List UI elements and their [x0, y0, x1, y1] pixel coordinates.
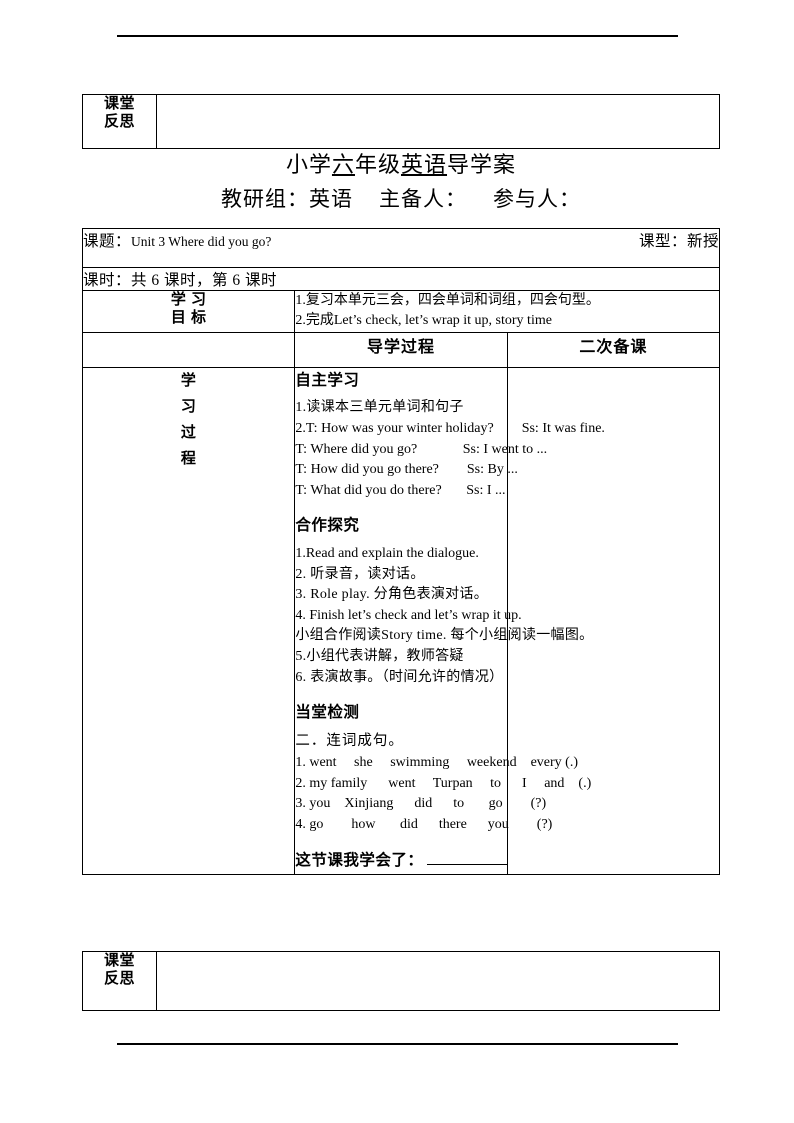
- page-title: 小学六年级英语导学案: [82, 150, 720, 180]
- cooperative-line: 小组合作阅读Story time. 每个小组阅读一幅图。: [295, 628, 594, 644]
- course-type-label: 课型：: [638, 233, 687, 250]
- process-header-spacer: [81, 331, 296, 368]
- reflection-bottom-label-line1: 课堂: [103, 952, 135, 969]
- lesson-plan-table: 课题：Unit 3 Where did you go? 课型：新授 课时：共 6…: [81, 228, 721, 876]
- title-grade: 六: [331, 152, 355, 177]
- cooperative-line: 5.小组代表讲解，教师答疑: [295, 648, 464, 664]
- self-study-line: 2.T: How was your winter holiday? Ss: It…: [295, 420, 605, 436]
- table-row: 课堂 反思: [82, 951, 720, 1011]
- reflection-top-label-line1: 课堂: [103, 95, 135, 112]
- objectives-label-line1: 学 习: [170, 291, 207, 308]
- group-label: 教研组：: [221, 186, 309, 211]
- footer-rule: [117, 1043, 678, 1045]
- course-type: 课型：新授: [639, 229, 719, 251]
- course-type-value: 新授: [686, 233, 719, 250]
- self-study-line: T: How did you go there? Ss: By ...: [295, 462, 518, 478]
- self-study-line: T: Where did you go? Ss: I went to ...: [295, 441, 548, 457]
- header-rule: [117, 35, 678, 37]
- course-topic: 课题：Unit 3 Where did you go?: [83, 229, 271, 251]
- learned-blank-field[interactable]: [427, 850, 507, 865]
- process-label-line3: 过: [180, 424, 197, 442]
- reflection-bottom-label-line2: 反思: [103, 970, 135, 988]
- group-value: 英语: [309, 186, 353, 211]
- process-body-content: 自主学习 1.读课本三单元单词和句子 2.T: How was your win…: [294, 366, 605, 876]
- course-topic-label: 课题：: [83, 233, 132, 250]
- section-heading-class-test: 当堂检测: [295, 704, 360, 722]
- reflection-bottom-table: 课堂 反思: [82, 951, 720, 1011]
- table-row-process-header: 导学过程 二次备课: [81, 331, 721, 368]
- course-period: 课时：共 6 课时，第 6 课时: [82, 267, 720, 291]
- learned-summary: 这节课我学会了：: [295, 850, 507, 873]
- reflection-top-content[interactable]: [156, 94, 720, 149]
- objectives-label: 学 习 目 标: [81, 290, 296, 333]
- page-subtitle: 教研组：英语 主备人： 参与人：: [82, 184, 720, 214]
- title-block: 小学六年级英语导学案 教研组：英语 主备人： 参与人：: [82, 150, 720, 214]
- table-row-period: 课时：共 6 课时，第 6 课时: [82, 267, 720, 291]
- exercise-item: 4. go how did there you (?): [295, 816, 553, 832]
- objectives-label-line2: 目 标: [170, 309, 207, 327]
- cooperative-line: 2. 听录音，读对话。: [295, 566, 425, 582]
- reflection-top-table: 课堂 反思: [82, 94, 720, 149]
- cooperative-line: 3. Role play. 分角色表演对话。: [295, 587, 489, 603]
- process-label: 学 习 过 程: [81, 366, 296, 876]
- reflection-top-label: 课堂 反思: [82, 94, 157, 149]
- process-label-line1: 学: [180, 371, 197, 389]
- exercise-item: 2. my family went Turpan to I and (.): [295, 775, 592, 791]
- objectives-content: 1.复习本单元三会，四会单词和词组，四会句型。 2.完成Let’s check,…: [294, 290, 720, 333]
- reflection-bottom-label: 课堂 反思: [82, 951, 157, 1011]
- self-study-line: 1.读课本三单元单词和句子: [295, 400, 464, 416]
- process-label-line2: 习: [180, 397, 197, 415]
- document-page: 课堂 反思 小学六年级英语导学案 教研组：英语 主备人： 参与人： 课题：Unit …: [0, 0, 794, 1123]
- reflection-bottom-content[interactable]: [156, 951, 720, 1011]
- section-heading-self-study: 自主学习: [295, 371, 360, 389]
- course-info-cell: 课题：Unit 3 Where did you go? 课型：新授: [82, 228, 720, 268]
- process-label-line4: 程: [180, 450, 197, 468]
- title-prefix: 小学: [285, 152, 332, 177]
- section-heading-cooperative-inquiry: 合作探究: [295, 517, 360, 535]
- table-row-objectives: 学 习 目 标 1.复习本单元三会，四会单词和词组，四会句型。 2.完成Let’…: [81, 290, 720, 333]
- table-row: 课堂 反思: [82, 94, 720, 149]
- title-suffix: 导学案: [447, 152, 517, 177]
- participants-label: 参与人：: [493, 186, 581, 211]
- reflection-top-label-line2: 反思: [103, 113, 135, 131]
- title-mid: 年级: [354, 152, 401, 177]
- objective-item: 1.复习本单元三会，四会单词和词组，四会句型。: [295, 293, 600, 308]
- process-header-secondary: 二次备课: [506, 331, 721, 368]
- exercise-instruction: 二．连词成句。: [295, 732, 404, 749]
- course-topic-value: Unit 3 Where did you go?: [131, 234, 272, 249]
- table-row-course: 课题：Unit 3 Where did you go? 课型：新授: [82, 228, 720, 268]
- main-editor-label: 主备人：: [379, 186, 467, 211]
- process-header-main: 导学过程: [294, 331, 508, 368]
- learned-label: 这节课我学会了：: [295, 851, 424, 869]
- table-row-process-body: 学 习 过 程 自主学习 1.读课本三单元单词和句子 2.T: How was …: [81, 366, 721, 876]
- exercise-item: 1. went she swimming weekend every (.): [295, 755, 578, 771]
- self-study-line: T: What did you do there? Ss: I ...: [295, 482, 506, 498]
- title-subject: 英语: [401, 152, 448, 177]
- cooperative-line: 1.Read and explain the dialogue.: [295, 546, 479, 562]
- objective-item: 2.完成Let’s check, let’s wrap it up, story…: [295, 313, 552, 329]
- cooperative-line: 6. 表演故事。（时间允许的情况）: [295, 669, 504, 685]
- exercise-item: 3. you Xinjiang did to go (?): [295, 796, 547, 812]
- course-topic-line: 课题：Unit 3 Where did you go? 课型：新授: [83, 229, 719, 251]
- cooperative-line: 4. Finish let’s check and let’s wrap it …: [295, 607, 522, 623]
